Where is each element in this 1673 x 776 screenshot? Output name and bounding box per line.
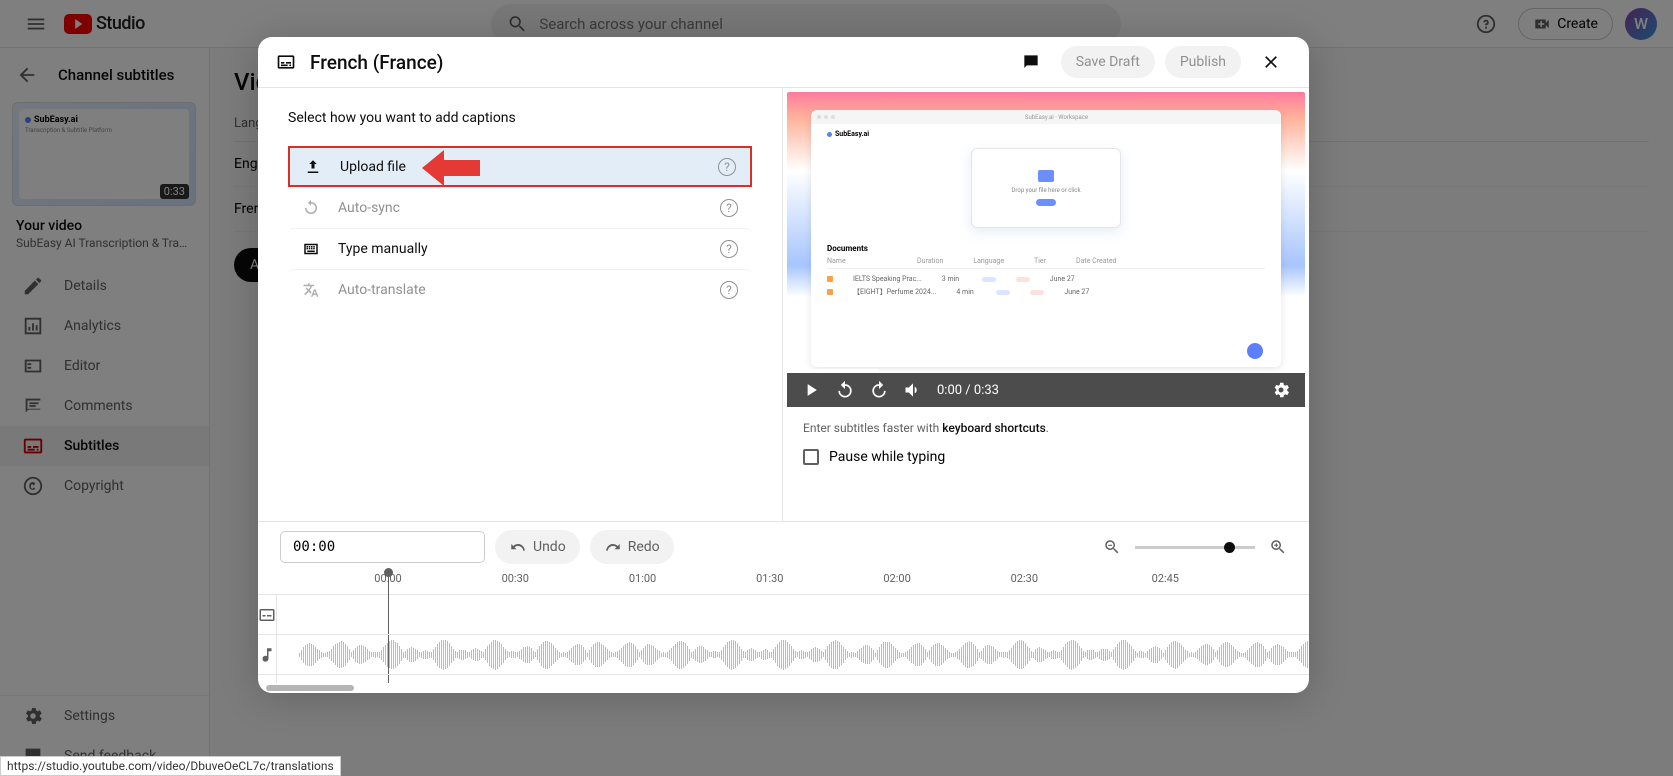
timeline-ruler[interactable]: 00:00 00:30 01:00 01:30 02:00 02:30 02:4… (258, 572, 1309, 594)
sync-icon (302, 199, 320, 217)
report-icon (1021, 52, 1041, 72)
keyboard-icon (302, 240, 320, 258)
settings-icon[interactable] (1271, 380, 1291, 400)
volume-icon[interactable] (903, 380, 923, 400)
report-button[interactable] (1011, 42, 1051, 82)
option-auto-translate[interactable]: Auto-translate ? (288, 269, 752, 310)
pause-while-typing-toggle[interactable]: Pause while typing (783, 445, 1309, 477)
publish-button[interactable]: Publish (1165, 46, 1241, 78)
shortcut-hint: Enter subtitles faster with keyboard sho… (783, 411, 1309, 445)
close-button[interactable] (1251, 42, 1291, 82)
status-bar-url: https://studio.youtube.com/video/DbuveOe… (0, 756, 341, 776)
modal-header: French (France) Save Draft Publish (258, 37, 1309, 87)
time-display: 0:00 / 0:33 (937, 383, 999, 398)
timecode-input[interactable] (280, 531, 485, 563)
video-preview: SubEasy.ai · Workspace SubEasy.ai Drop y… (787, 92, 1305, 407)
subtitle-editor-modal: French (France) Save Draft Publish Selec… (258, 37, 1309, 693)
close-icon (1261, 52, 1281, 72)
help-icon[interactable]: ? (720, 240, 738, 258)
option-upload-file[interactable]: Upload file ? (288, 146, 752, 187)
help-icon[interactable]: ? (718, 158, 736, 176)
upload-icon (304, 158, 322, 176)
option-type-manually[interactable]: Type manually ? (288, 228, 752, 269)
timeline-scrollbar[interactable] (258, 683, 1309, 693)
instruction-text: Select how you want to add captions (288, 110, 752, 126)
help-icon[interactable]: ? (720, 199, 738, 217)
zoom-slider[interactable] (1135, 546, 1255, 549)
save-draft-button[interactable]: Save Draft (1061, 46, 1155, 78)
audio-track-icon (258, 646, 276, 664)
redo-button[interactable]: Redo (590, 530, 674, 564)
forward-10-icon[interactable] (869, 380, 889, 400)
modal-title: French (France) (310, 51, 443, 74)
zoom-out-icon[interactable] (1103, 538, 1121, 556)
audio-track[interactable] (277, 635, 1309, 675)
checkbox-icon (803, 449, 819, 465)
redo-icon (604, 538, 622, 556)
help-icon[interactable]: ? (720, 281, 738, 299)
caption-method-panel: Select how you want to add captions Uplo… (258, 88, 783, 521)
subtitles-icon (276, 52, 296, 72)
annotation-arrow-icon (422, 150, 482, 186)
timeline-panel: Undo Redo 00:00 00:30 01:00 01:30 02:00 … (258, 521, 1309, 693)
rewind-10-icon[interactable] (835, 380, 855, 400)
translate-icon (302, 281, 320, 299)
subtitle-track-icon (258, 606, 276, 624)
option-auto-sync[interactable]: Auto-sync ? (288, 187, 752, 228)
undo-icon (509, 538, 527, 556)
subtitle-track[interactable] (277, 595, 1309, 635)
zoom-in-icon[interactable] (1269, 538, 1287, 556)
undo-button[interactable]: Undo (495, 530, 580, 564)
play-icon[interactable] (801, 380, 821, 400)
